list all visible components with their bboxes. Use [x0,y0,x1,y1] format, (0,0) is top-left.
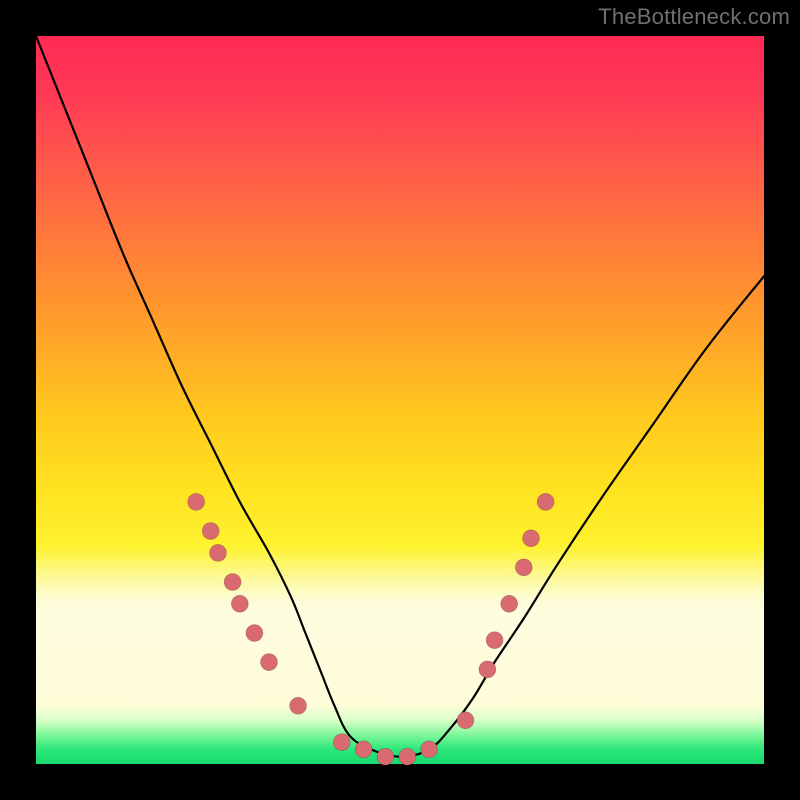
curve-marker [457,712,474,729]
curve-marker [479,661,496,678]
watermark-text: TheBottleneck.com [598,4,790,30]
curve-marker [261,654,278,671]
curve-marker [421,741,438,758]
curve-marker [515,559,532,576]
curve-marker [290,697,307,714]
curve-marker [202,523,219,540]
curve-marker [355,741,372,758]
chart-frame: TheBottleneck.com [0,0,800,800]
curve-marker [224,574,241,591]
curve-marker [377,748,394,765]
curve-marker [501,595,518,612]
curve-plot [36,36,764,764]
curve-marker [523,530,540,547]
bottleneck-curve [36,36,764,757]
curve-marker [210,544,227,561]
curve-marker [333,734,350,751]
curve-marker [231,595,248,612]
curve-marker [188,493,205,510]
marker-group [188,493,554,765]
curve-marker [537,493,554,510]
curve-marker [246,625,263,642]
curve-marker [399,748,416,765]
curve-marker [486,632,503,649]
